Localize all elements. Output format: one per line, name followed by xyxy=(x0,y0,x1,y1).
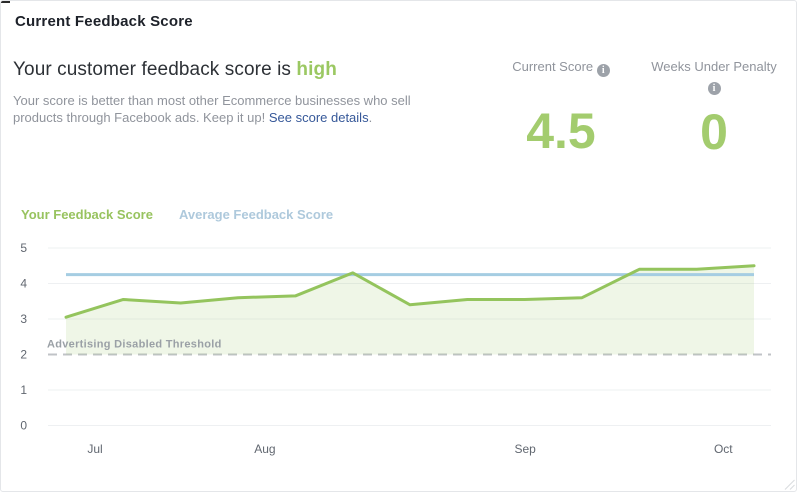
svg-text:Advertising Disabled Threshold: Advertising Disabled Threshold xyxy=(47,339,222,351)
score-description-period: . xyxy=(369,110,373,125)
info-icon[interactable]: i xyxy=(597,64,610,77)
current-score-label: Current Score i xyxy=(493,59,629,77)
legend-your-feedback-score[interactable]: Your Feedback Score xyxy=(21,207,153,222)
score-headline: Your customer feedback score is high xyxy=(13,59,337,81)
svg-text:3: 3 xyxy=(20,312,27,326)
svg-text:2: 2 xyxy=(20,348,27,362)
svg-text:1: 1 xyxy=(20,383,27,397)
page-title: Current Feedback Score xyxy=(15,13,193,30)
svg-text:Jul: Jul xyxy=(87,442,102,456)
svg-text:Aug: Aug xyxy=(254,442,275,456)
current-score-label-text: Current Score xyxy=(512,59,593,74)
svg-text:Sep: Sep xyxy=(515,442,537,456)
chart-legend: Your Feedback Score Average Feedback Sco… xyxy=(21,207,333,222)
weeks-under-penalty-label: Weeks Under Penalty xyxy=(643,59,785,75)
feedback-score-chart: 0 1 2 3 4 5 Advertising Disabled Threshold Jul A… xyxy=(1,239,783,467)
resize-handle-icon[interactable] xyxy=(784,479,795,490)
weeks-under-penalty-info-row: i xyxy=(643,78,785,95)
svg-text:4: 4 xyxy=(20,277,27,291)
score-description: Your score is better than most other Eco… xyxy=(13,92,461,126)
current-score-stat: Current Score i 4.5 xyxy=(493,59,629,157)
current-score-value: 4.5 xyxy=(493,105,629,157)
window-edge-artifact xyxy=(1,1,10,3)
score-headline-text: Your customer feedback score is xyxy=(13,59,296,80)
score-level-text: high xyxy=(296,59,337,80)
svg-text:Oct: Oct xyxy=(714,442,733,456)
weeks-under-penalty-value: 0 xyxy=(643,106,785,158)
see-score-details-link[interactable]: See score details xyxy=(269,110,369,125)
info-icon[interactable]: i xyxy=(708,82,721,95)
weeks-under-penalty-stat: Weeks Under Penalty i 0 xyxy=(643,59,785,158)
legend-average-feedback-score[interactable]: Average Feedback Score xyxy=(179,207,333,222)
line-chart-svg: 0 1 2 3 4 5 Advertising Disabled Threshold Jul A… xyxy=(1,239,783,467)
svg-text:5: 5 xyxy=(20,241,27,255)
feedback-score-panel: Current Feedback Score Your customer fee… xyxy=(0,0,797,492)
svg-text:0: 0 xyxy=(20,419,27,433)
